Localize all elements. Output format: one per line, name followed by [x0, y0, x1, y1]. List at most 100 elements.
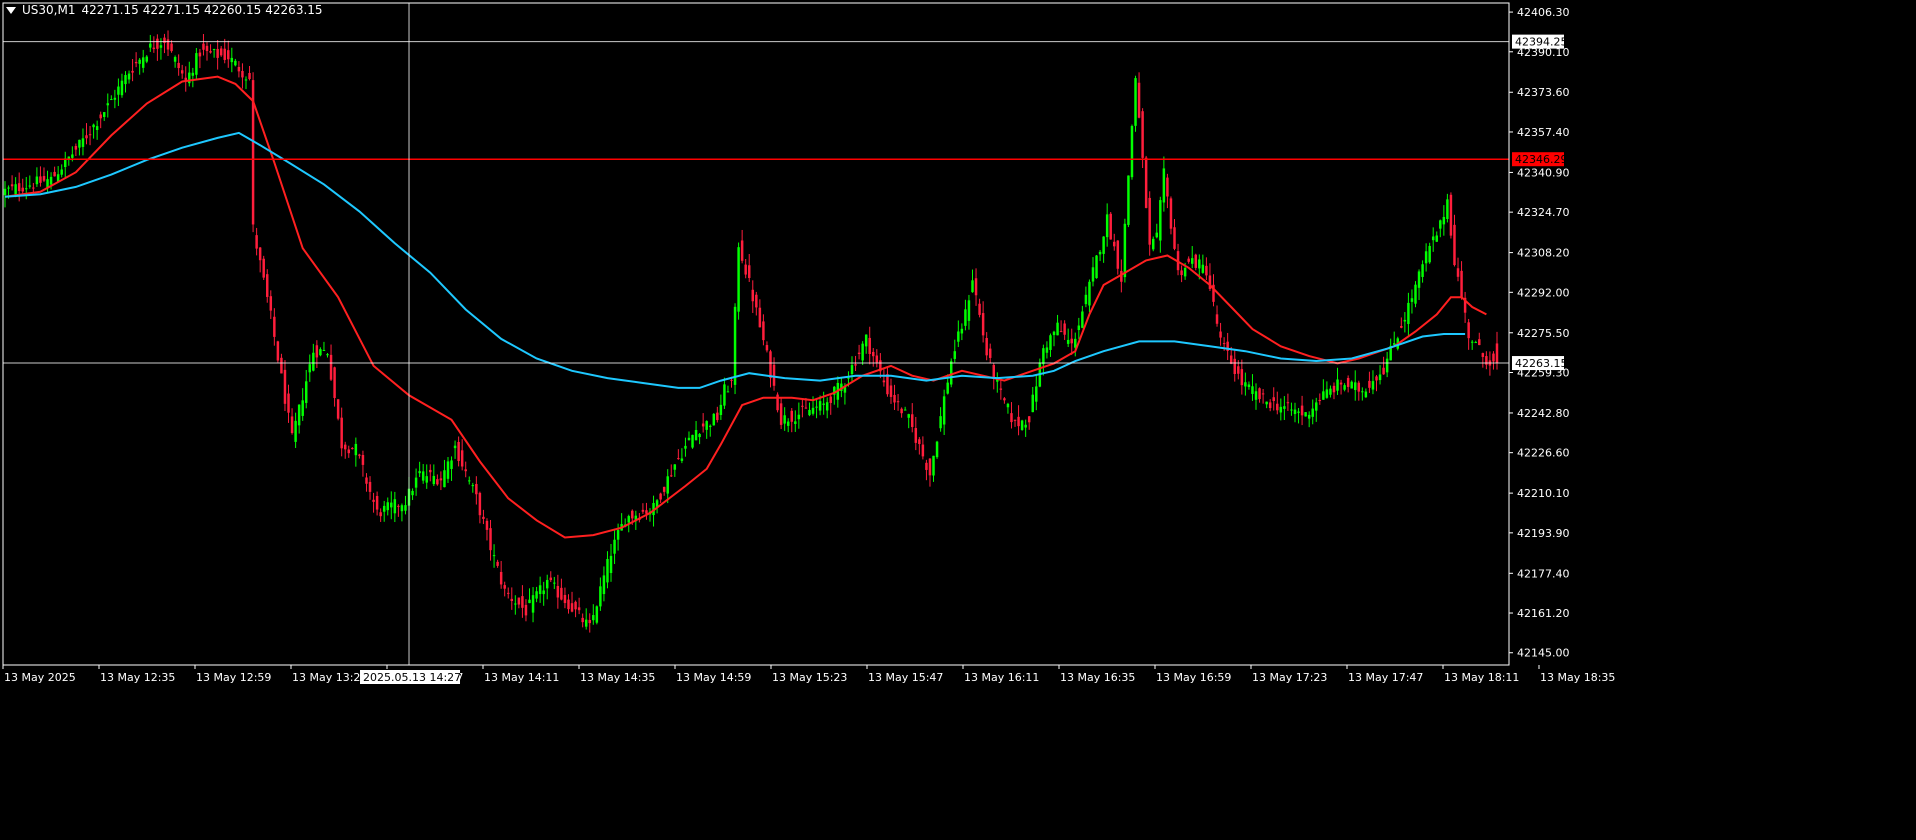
candle-body	[1244, 382, 1247, 387]
candle-body	[439, 478, 443, 481]
candle-body	[1339, 382, 1343, 385]
x-tick-label: 13 May 18:35	[1540, 671, 1615, 684]
candle-body	[1470, 341, 1474, 343]
candle-body	[677, 458, 680, 460]
candle-body	[914, 428, 918, 443]
candle-body	[921, 444, 925, 457]
candle-body	[1322, 391, 1325, 400]
candle	[1095, 254, 1098, 279]
candle-body	[1006, 403, 1010, 408]
candle-body	[716, 412, 719, 421]
candle-body	[117, 86, 120, 95]
candle-body	[535, 591, 538, 599]
candle-body	[999, 388, 1003, 390]
candle-body	[1017, 416, 1020, 427]
candle-body	[297, 404, 301, 426]
candle-body	[631, 510, 634, 519]
candle	[1109, 211, 1112, 240]
candle-body	[1233, 358, 1236, 374]
y-tick-label: 42390.10	[1517, 46, 1570, 59]
candle-body	[138, 59, 141, 64]
candle-body	[971, 280, 974, 293]
candle	[712, 413, 716, 426]
candle-body	[1130, 126, 1134, 178]
candle-body	[266, 274, 269, 297]
candle-body	[641, 509, 645, 512]
candle-body	[712, 413, 716, 426]
candle-body	[847, 377, 850, 379]
candle-body	[485, 520, 489, 530]
candle-body	[772, 364, 776, 386]
candle-body	[627, 516, 630, 523]
candle-body	[730, 379, 733, 381]
candle-body	[429, 469, 432, 473]
price-chart[interactable]: 42394.2542346.2942263.15 42406.3042390.1…	[0, 0, 1916, 840]
candle-body	[875, 355, 879, 363]
candle-body	[1169, 198, 1173, 229]
candle-body	[95, 126, 99, 130]
candle-body	[1283, 406, 1286, 409]
candle-body	[1357, 382, 1361, 392]
candle-body	[425, 476, 428, 483]
candle-body	[312, 352, 315, 371]
candle-body	[21, 187, 24, 192]
candle-body	[1354, 382, 1357, 391]
candle-body	[1286, 402, 1290, 404]
candle-body	[375, 496, 379, 510]
candle-body	[935, 441, 939, 458]
candle-body	[822, 403, 825, 405]
candle	[595, 605, 599, 625]
candle-body	[896, 401, 900, 403]
high-value: 42271.15	[142, 3, 201, 17]
candle-body	[503, 585, 506, 589]
candle-body	[326, 354, 329, 356]
candle-body	[1063, 323, 1066, 335]
candle-body	[471, 485, 475, 487]
candle-body	[450, 460, 453, 469]
candle-body	[1127, 175, 1130, 225]
dropdown-arrow-icon[interactable]	[6, 6, 16, 14]
candle-body	[74, 145, 78, 150]
candle-body	[574, 601, 577, 610]
candle-body	[180, 70, 184, 74]
candle-body	[290, 416, 294, 434]
candle-body	[88, 134, 92, 136]
candle-body	[1205, 265, 1208, 276]
x-tick-label: 13 May 13:23	[292, 671, 367, 684]
candle	[733, 303, 737, 395]
candle-body	[769, 351, 772, 379]
candle-body	[900, 408, 903, 414]
candle-body	[783, 415, 786, 424]
candle-body	[755, 294, 758, 308]
y-tick-label: 42308.20	[1517, 247, 1570, 260]
candle-body	[358, 454, 361, 456]
candle-body	[811, 407, 815, 414]
candle-body	[602, 575, 606, 595]
candle	[276, 340, 280, 363]
candle-body	[1081, 311, 1084, 328]
symbol-label: US30,M1	[22, 3, 76, 17]
candle-body	[592, 615, 595, 621]
candle-body	[1364, 391, 1368, 398]
candle-body	[400, 505, 404, 512]
candle-body	[301, 400, 304, 416]
candle-body	[889, 385, 893, 397]
y-tick-label: 42292.00	[1517, 286, 1570, 299]
candle-body	[120, 80, 124, 96]
candle-body	[372, 499, 375, 502]
candle-body	[911, 414, 914, 427]
candle-body	[698, 434, 701, 438]
candle-body	[606, 559, 609, 583]
candle-body	[1478, 339, 1481, 346]
candle-body	[538, 585, 542, 595]
candle-body	[577, 607, 581, 611]
candle	[336, 399, 340, 421]
candle-body	[616, 530, 620, 540]
candle-body	[542, 590, 545, 595]
candle-body	[276, 341, 280, 361]
candle	[1134, 75, 1137, 132]
candle-body	[195, 53, 198, 75]
candle-body	[294, 420, 297, 442]
candle-body	[595, 606, 599, 623]
candle-body	[464, 469, 467, 472]
